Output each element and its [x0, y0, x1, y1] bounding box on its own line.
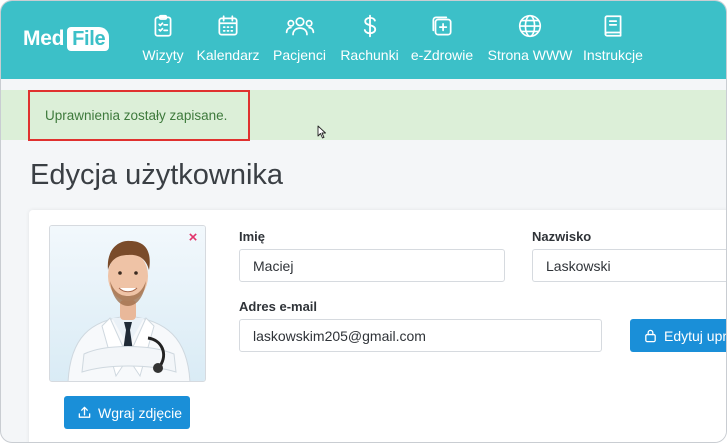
nav-item-wizyty[interactable]: Wizyty — [142, 13, 184, 67]
nav-label-instrukcje: Instrukcje — [583, 47, 643, 63]
clipboard-icon — [154, 14, 172, 37]
app-window: Med File Wizyty Kalendarz Pacjenci Rachu… — [0, 0, 727, 443]
dollar-icon — [363, 14, 376, 38]
nav-item-instrukcje[interactable]: Instrukcje — [583, 13, 643, 67]
nav-item-e-zdrowie[interactable]: e-Zdrowie — [411, 13, 473, 67]
last-name-field[interactable]: Laskowski — [532, 249, 726, 282]
users-icon — [285, 17, 314, 36]
nav-item-pacjenci[interactable]: Pacjenci — [272, 13, 327, 67]
nav-item-strona-www[interactable]: Strona WWW — [487, 13, 573, 67]
calendar-icon — [218, 15, 238, 36]
first-name-field[interactable]: Maciej — [239, 249, 505, 282]
medfile-logo[interactable]: Med File — [23, 25, 110, 53]
mouse-cursor-icon — [317, 125, 326, 139]
lock-icon — [645, 329, 656, 343]
medical-plus-icon — [432, 16, 452, 36]
email-label: Adres e-mail — [239, 299, 318, 314]
edit-permissions-button-label: Edytuj upra — [664, 327, 727, 344]
user-photo — [49, 225, 206, 382]
upload-icon — [78, 406, 91, 418]
upload-photo-button-label: Wgraj zdjęcie — [98, 404, 183, 421]
nav-label-strona-www: Strona WWW — [487, 47, 573, 63]
email-field[interactable]: laskowskim205@gmail.com — [239, 319, 602, 352]
nav-item-kalendarz[interactable]: Kalendarz — [196, 13, 260, 67]
globe-icon — [518, 14, 542, 38]
book-icon — [604, 15, 622, 37]
last-name-label: Nazwisko — [532, 229, 592, 244]
nav-label-rachunki: Rachunki — [340, 47, 399, 63]
doctor-portrait-image — [50, 226, 205, 381]
logo-med-text: Med — [23, 27, 65, 50]
nav-label-pacjenci: Pacjenci — [273, 47, 326, 63]
success-alert-message: Uprawnienia zostały zapisane. — [45, 108, 228, 123]
nav-label-wizyty: Wizyty — [142, 47, 184, 63]
page-title: Edycja użytkownika — [30, 159, 284, 191]
nav-item-rachunki[interactable]: Rachunki — [340, 13, 399, 67]
nav-label-kalendarz: Kalendarz — [196, 47, 260, 63]
nav-label-e-zdrowie: e-Zdrowie — [410, 47, 474, 63]
remove-photo-icon[interactable]: × — [187, 230, 199, 245]
upload-photo-button[interactable]: Wgraj zdjęcie — [64, 396, 190, 429]
edit-permissions-button[interactable]: Edytuj upra — [630, 319, 727, 352]
first-name-label: Imię — [239, 229, 266, 244]
logo-file-text: File — [67, 27, 110, 51]
top-navbar: Med File Wizyty Kalendarz Pacjenci Rachu… — [1, 1, 726, 79]
success-alert: Uprawnienia zostały zapisane. — [28, 90, 250, 141]
